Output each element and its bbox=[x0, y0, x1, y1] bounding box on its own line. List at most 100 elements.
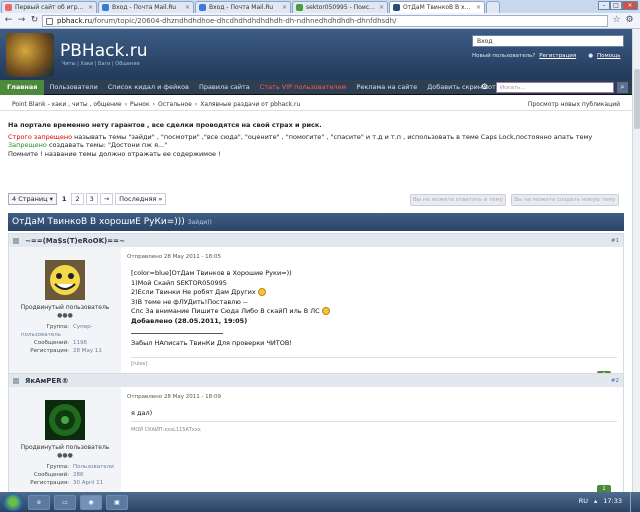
post-icon bbox=[13, 377, 19, 384]
taskbar-ie-icon[interactable]: e bbox=[28, 494, 50, 510]
back-icon[interactable]: ← bbox=[3, 15, 14, 26]
author-group: Пользователи bbox=[73, 464, 114, 470]
address-bar: ← → ↻ pbhack.ru/forum/topic/20604-dhzndh… bbox=[0, 13, 640, 29]
help-icon[interactable]: ● bbox=[588, 53, 593, 59]
tab-close-icon[interactable]: × bbox=[282, 4, 287, 11]
minimize-icon[interactable]: – bbox=[598, 1, 610, 10]
post-number[interactable]: #1 bbox=[611, 238, 619, 244]
scrollbar-thumb[interactable] bbox=[634, 69, 640, 129]
help-link[interactable]: Помощь bbox=[597, 53, 620, 59]
menu-item-vip[interactable]: Стать VIP пользователем bbox=[255, 83, 352, 91]
site-notice: На портале временно нету гарантов , все … bbox=[8, 121, 624, 158]
tray-arrow-icon[interactable]: ▴ bbox=[594, 497, 597, 505]
notice-text: создавать темы: "Достони пж я..." bbox=[46, 141, 168, 149]
divider bbox=[131, 357, 617, 358]
logo-image[interactable] bbox=[6, 33, 54, 77]
language-indicator[interactable]: RU bbox=[579, 497, 588, 505]
pagination: 4 Страниц ▾ 1 2 3 → Последняя » bbox=[8, 193, 167, 205]
menu-item-users[interactable]: Пользователи bbox=[44, 83, 102, 91]
taskbar-app-icon[interactable]: ▣ bbox=[106, 494, 128, 510]
topic-suffix: Зайди)) bbox=[187, 219, 212, 226]
pages-select[interactable]: 4 Страниц ▾ bbox=[8, 193, 57, 205]
menu-item-rules[interactable]: Правила сайта bbox=[194, 83, 255, 91]
author-info: Группа: Супер-пользователь Сообщений: 1196… bbox=[21, 323, 121, 355]
last-page-button[interactable]: Последняя » bbox=[115, 193, 167, 205]
menu-item-home[interactable]: Главная bbox=[0, 79, 45, 95]
page-icon bbox=[46, 17, 53, 25]
browser-tab[interactable]: sektor050995 - Поиск в Go× bbox=[292, 1, 388, 13]
login-box: Вход Новый пользователь? Регистрация ● Помо… bbox=[472, 35, 624, 75]
site-header: PBHack.ru Читы | Хаки | Баги | Общение В… bbox=[0, 29, 632, 80]
start-button[interactable] bbox=[2, 493, 24, 511]
info-label: Сообщений: bbox=[33, 340, 69, 346]
notice-heading: На портале временно нету гарантов , все … bbox=[8, 121, 322, 129]
post-rating-badge[interactable]: 1 bbox=[597, 485, 611, 492]
page-link[interactable]: 3 bbox=[85, 193, 98, 205]
show-desktop-button[interactable] bbox=[630, 492, 640, 512]
search-icon[interactable]: ⌕ bbox=[617, 82, 628, 93]
avatar[interactable] bbox=[45, 260, 85, 300]
author-reg: 30 April 11 bbox=[73, 480, 104, 486]
new-posts-link[interactable]: Просмотр новых публикаций bbox=[528, 101, 620, 108]
notice-text: называть темы "зайди" , "посмотри" ,"все… bbox=[72, 132, 593, 141]
gear-icon[interactable]: ⚙ bbox=[481, 82, 488, 91]
web-page: PBHack.ru Читы | Хаки | Баги | Общение В… bbox=[0, 29, 632, 492]
star-icon[interactable]: ☆ bbox=[611, 15, 622, 26]
breadcrumb-item[interactable]: Point Blank - хаки , читы , общение bbox=[12, 101, 122, 108]
breadcrumb-item[interactable]: Рынок bbox=[130, 101, 150, 108]
tab-close-icon[interactable]: × bbox=[185, 4, 190, 11]
post-author[interactable]: ЯкАмPER® bbox=[25, 377, 69, 385]
breadcrumb-item[interactable]: Халявные раздачи от pbhack.ru bbox=[200, 101, 300, 108]
post-number[interactable]: #2 bbox=[611, 378, 619, 384]
tab-close-icon[interactable]: × bbox=[88, 4, 93, 11]
browser-tabbar: Первый сайт об играх без× Вход - Почта M… bbox=[0, 0, 640, 13]
menu-item-scammers[interactable]: Список кидал и фейков bbox=[103, 83, 194, 91]
scrollbar[interactable] bbox=[632, 29, 640, 492]
breadcrumb-item[interactable]: Остальное bbox=[158, 101, 192, 108]
system-tray: RU ▴ 17:33 bbox=[579, 497, 622, 505]
reply-disabled-button[interactable]: Вы не можете ответить в тему bbox=[410, 194, 506, 206]
clock[interactable]: 17:33 bbox=[603, 497, 622, 505]
search-input[interactable]: Искать... bbox=[496, 82, 614, 93]
post-line: 1)Мой Скайп SEKTOR050995 bbox=[131, 278, 227, 287]
browser-tab[interactable]: Вход - Почта Mail.Ru × bbox=[195, 1, 291, 13]
new-tab-button[interactable] bbox=[486, 1, 500, 13]
author-info: Группа: Пользователи Сообщений: 286 Регист… bbox=[21, 463, 114, 487]
post-line: я дал) bbox=[131, 409, 153, 417]
author-reg: 28 May 11 bbox=[73, 348, 102, 354]
post-text: я дал) bbox=[131, 409, 152, 419]
next-page-button[interactable]: → bbox=[99, 193, 114, 205]
tab-close-icon[interactable]: × bbox=[476, 4, 481, 11]
create-topic-disabled-button[interactable]: Вы не можете создать новую тему bbox=[511, 194, 619, 206]
tab-favicon-icon bbox=[102, 4, 109, 11]
window-controls: – □ × bbox=[598, 1, 638, 10]
page-link[interactable]: 2 bbox=[71, 193, 84, 205]
wrench-icon[interactable]: ⚙ bbox=[624, 15, 635, 26]
divider bbox=[131, 421, 617, 422]
post-author[interactable]: ~==(Ma$s(T)eRoOK)==~ bbox=[25, 237, 125, 245]
forward-icon[interactable]: → bbox=[16, 15, 27, 26]
menu-item-screenshot[interactable]: Добавить скриншот bbox=[422, 83, 501, 91]
url-input[interactable]: pbhack.ru/forum/topic/20604-dhzndhdhdhoe… bbox=[42, 14, 608, 27]
login-button[interactable]: Вход bbox=[472, 35, 624, 47]
notice-green-text: Запрещено bbox=[8, 141, 47, 149]
post: ЯкАмPER® #2 Продвинутый пользователь ●●●… bbox=[8, 373, 624, 492]
menu-item-ads[interactable]: Реклама на сайте bbox=[351, 83, 422, 91]
tab-favicon-icon bbox=[296, 4, 303, 11]
tab-close-icon[interactable]: × bbox=[379, 4, 384, 11]
new-user-label: Новый пользователь? bbox=[472, 53, 536, 59]
maximize-icon[interactable]: □ bbox=[610, 1, 622, 10]
site-logo-title[interactable]: PBHack.ru bbox=[60, 41, 147, 61]
browser-tab[interactable]: Первый сайт об играх без× bbox=[1, 1, 97, 13]
close-icon[interactable]: × bbox=[622, 1, 638, 10]
taskbar-folder-icon[interactable]: ▭ bbox=[54, 494, 76, 510]
author-panel: Продвинутый пользователь ●●● Группа: Поль… bbox=[9, 387, 121, 492]
register-link[interactable]: Регистрация bbox=[539, 53, 576, 59]
browser-tab[interactable]: Вход - Почта Mail.Ru × bbox=[98, 1, 194, 13]
reload-icon[interactable]: ↻ bbox=[29, 15, 40, 26]
taskbar-chrome-icon[interactable]: ◉ bbox=[80, 494, 102, 510]
avatar[interactable] bbox=[45, 400, 85, 440]
browser-tab-active[interactable]: ОтДаМ ТвинкоВ В хорошШ× bbox=[389, 1, 485, 13]
tab-favicon-icon bbox=[199, 4, 206, 11]
post-body: Отправлено 28 May 2011 - 18:09 я дал) МО… bbox=[127, 387, 617, 492]
